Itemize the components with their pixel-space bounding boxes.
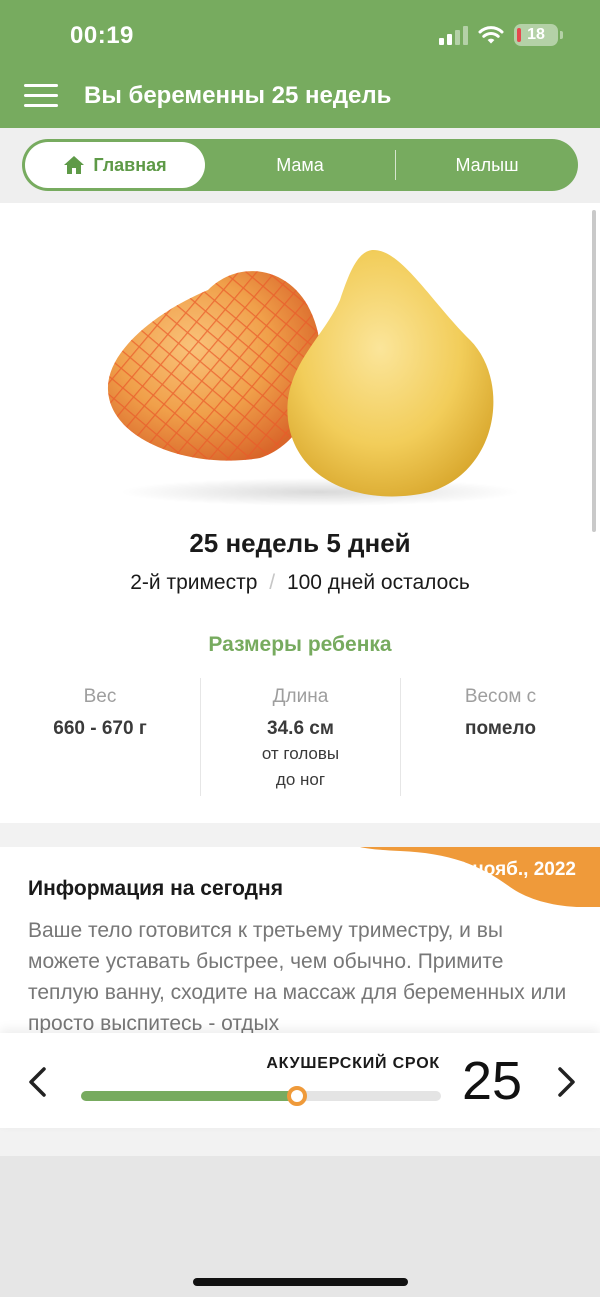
- compare-label: Весом с: [464, 686, 537, 707]
- daily-info-card[interactable]: 23 нояб., 2022 Информация на сегодня Ваш…: [0, 847, 600, 1037]
- baby-sizes-title: Размеры ребенка: [208, 633, 392, 656]
- info-date: 23 нояб., 2022: [445, 859, 576, 880]
- wifi-icon: [478, 25, 504, 45]
- page-title: Вы беременны 25 недель: [84, 82, 392, 109]
- app-header: 00:19 18 Вы беременны 25 недель: [0, 0, 600, 128]
- info-text: Ваше тело готовится к третьему триместру…: [28, 919, 567, 1035]
- weight-stat: Вес 660 - 670 г: [0, 678, 200, 796]
- battery-icon: 18: [514, 24, 563, 46]
- tab-mom-label: Мама: [276, 154, 324, 175]
- term-label: АКУШЕРСКИЙ СРОК: [266, 1055, 440, 1072]
- compare-stat: Весом с помело: [400, 678, 600, 796]
- status-icons: 18: [439, 22, 563, 48]
- tab-bar: Главная Мама Малыш: [22, 139, 578, 191]
- trimester-info: 2-й триместр / 100 дней осталось: [0, 571, 600, 595]
- term-progress-fill: [81, 1091, 297, 1101]
- tab-baby[interactable]: Малыш: [396, 139, 578, 191]
- weight-value: 660 - 670 г: [53, 718, 147, 739]
- length-value: 34.6 см: [267, 718, 334, 739]
- term-bar: АКУШЕРСКИЙ СРОК 25: [0, 1033, 600, 1128]
- length-note-2: до ног: [275, 770, 326, 789]
- length-stat: Длина 34.6 см от головы до ног: [200, 678, 400, 796]
- term-progress-knob[interactable]: [287, 1086, 307, 1106]
- tab-baby-label: Малыш: [455, 154, 519, 175]
- pregnancy-duration: 25 недель 5 дней: [189, 528, 411, 558]
- days-left-label: 100 дней осталось: [286, 571, 470, 594]
- home-indicator[interactable]: [193, 1278, 408, 1286]
- week-number: 25: [462, 1051, 523, 1111]
- home-icon: [64, 156, 85, 174]
- tab-home[interactable]: Главная: [25, 142, 205, 188]
- next-week-button[interactable]: [550, 1065, 580, 1099]
- chevron-right-icon: [558, 1067, 575, 1097]
- tab-mom[interactable]: Мама: [205, 139, 395, 191]
- menu-icon[interactable]: [24, 82, 60, 110]
- term-progress-track[interactable]: [81, 1086, 441, 1106]
- length-note-1: от головы: [261, 744, 340, 763]
- scrollbar[interactable]: [592, 210, 596, 532]
- tabs-area: Главная Мама Малыш: [0, 128, 600, 203]
- trimester-label: 2-й триместр: [130, 571, 258, 594]
- weight-label: Вес: [83, 686, 117, 707]
- info-title: Информация на сегодня: [28, 877, 283, 900]
- tab-home-label: Главная: [93, 154, 167, 175]
- trimester-separator: /: [269, 571, 276, 594]
- status-time: 00:19: [70, 22, 134, 49]
- bottom-blank-area: [0, 1156, 600, 1297]
- cellular-signal-icon: [439, 25, 468, 45]
- length-label: Длина: [272, 686, 329, 707]
- baby-stats: Вес 660 - 670 г Длина 34.6 см от головы …: [0, 678, 600, 796]
- compare-value: помело: [465, 718, 536, 739]
- fruit-illustration: [100, 240, 520, 510]
